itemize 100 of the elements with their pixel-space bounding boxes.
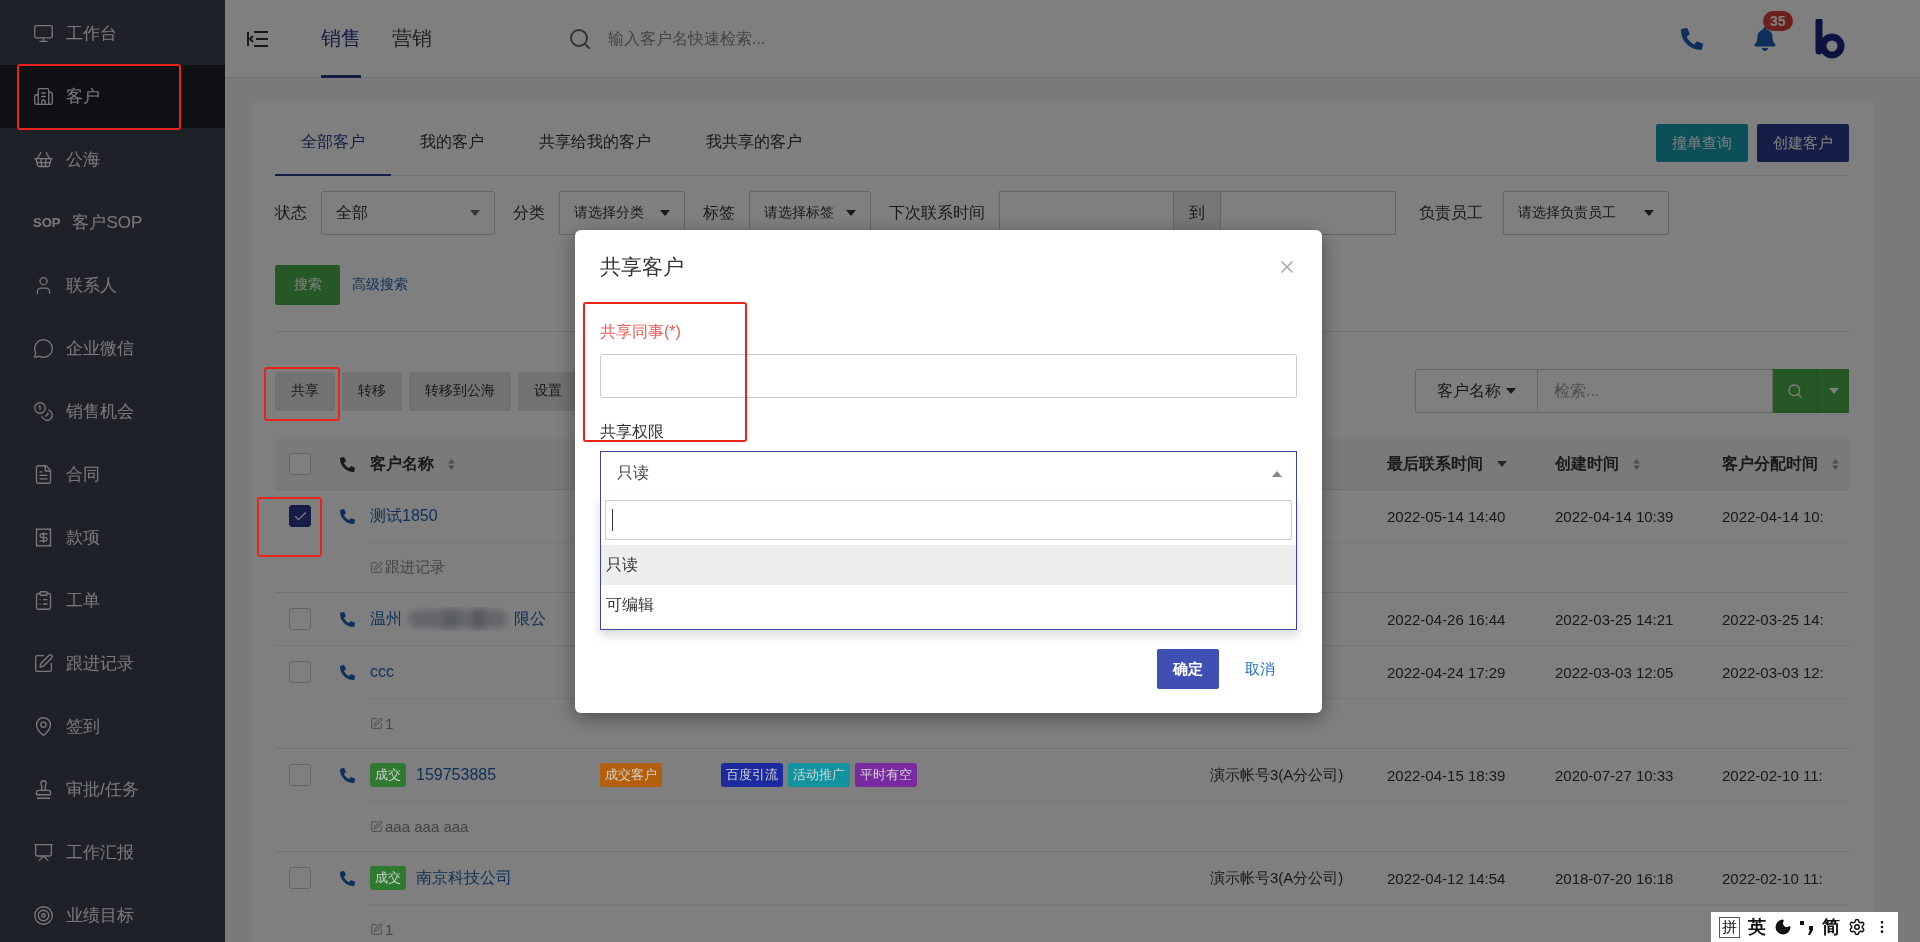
sidebar-item[interactable]: 审批/任务 bbox=[0, 758, 225, 821]
sort-icon[interactable] bbox=[1633, 458, 1640, 470]
search-field[interactable]: 输入客户名快速检索... bbox=[606, 28, 1068, 49]
sidebar-item[interactable]: 合同 bbox=[0, 443, 225, 506]
nav-tab[interactable]: 销售 bbox=[321, 0, 361, 78]
ime-mode-button[interactable]: 拼 bbox=[1719, 916, 1740, 938]
moon-icon[interactable] bbox=[1774, 918, 1792, 936]
colleague-field[interactable] bbox=[600, 354, 1297, 398]
follow-up-note: 1 bbox=[385, 715, 394, 732]
date-text: 2022-03-03 12:05 bbox=[1555, 663, 1674, 681]
search-button[interactable] bbox=[1773, 369, 1817, 413]
sort-icon[interactable] bbox=[448, 458, 455, 470]
action-button[interactable]: 设置 bbox=[518, 371, 578, 411]
sort-desc-icon[interactable] bbox=[1497, 461, 1507, 467]
sort-icon[interactable] bbox=[1832, 458, 1839, 470]
dialog-title: 共享客户 bbox=[600, 254, 684, 280]
document-icon bbox=[33, 464, 54, 485]
ime-mode-button[interactable]: 简 bbox=[1822, 915, 1840, 939]
stamp-icon bbox=[33, 779, 54, 800]
customer-name-link[interactable]: 159753885 bbox=[416, 766, 497, 784]
action-button[interactable]: 共享 bbox=[275, 371, 335, 411]
sidebar-item[interactable]: 业绩目标 bbox=[0, 884, 225, 942]
status-tag: 成交 bbox=[370, 866, 406, 890]
nav-tab[interactable]: 营销 bbox=[392, 0, 432, 78]
customer-name-link[interactable]: 南京科技公司 bbox=[416, 867, 512, 889]
sidebar-item[interactable]: 跟进记录 bbox=[0, 632, 225, 695]
sidebar-item[interactable]: 公海 bbox=[0, 128, 225, 191]
building-icon bbox=[33, 86, 54, 107]
permission-select[interactable]: 只读 bbox=[600, 451, 1297, 495]
create-customer-button[interactable]: 创建客户 bbox=[1757, 124, 1849, 162]
status-select[interactable]: 全部 bbox=[321, 191, 495, 235]
field-label: 共享同事(*) bbox=[600, 321, 682, 342]
target-icon bbox=[33, 905, 54, 926]
category-tag: 成交客户 bbox=[600, 763, 662, 787]
search-button[interactable]: 搜索 bbox=[275, 265, 340, 305]
column-header[interactable]: 客户名称 bbox=[370, 453, 434, 475]
duplicate-check-button[interactable]: 撞单查询 bbox=[1656, 124, 1748, 162]
date-field[interactable] bbox=[1220, 191, 1396, 235]
customer-name-link[interactable]: 限公 bbox=[514, 608, 546, 630]
sidebar-item[interactable]: 工作汇报 bbox=[0, 821, 225, 884]
edit-icon[interactable] bbox=[370, 717, 383, 730]
advanced-search-link[interactable]: 高级搜索 bbox=[352, 276, 408, 294]
dropdown-button[interactable] bbox=[1817, 369, 1849, 413]
tab[interactable]: 我的客户 bbox=[394, 110, 510, 176]
ime-mode-button[interactable]: 英 bbox=[1748, 915, 1766, 939]
punctuation-icon[interactable] bbox=[1800, 918, 1814, 936]
clipboard-icon bbox=[33, 590, 54, 611]
sidebar-item[interactable]: 客户 bbox=[0, 65, 225, 128]
sidebar-item[interactable]: 签到 bbox=[0, 695, 225, 758]
edit-icon[interactable] bbox=[370, 561, 383, 574]
dropdown-search-field[interactable] bbox=[605, 500, 1292, 540]
customer-name-link[interactable]: ccc bbox=[370, 663, 394, 681]
tab[interactable]: 我共享的客户 bbox=[680, 110, 828, 176]
edit-icon[interactable] bbox=[370, 820, 383, 833]
sidebar-item[interactable]: 工作台 bbox=[0, 2, 225, 65]
sidebar-item[interactable]: 工单 bbox=[0, 569, 225, 632]
caret-icon bbox=[660, 210, 670, 216]
sidebar-item[interactable]: 款项 bbox=[0, 506, 225, 569]
bell-icon[interactable] bbox=[1753, 26, 1777, 51]
chat-bubble-icon bbox=[33, 338, 54, 359]
field-label: 共享权限 bbox=[600, 421, 665, 442]
dropdown-option[interactable]: 可编辑 bbox=[601, 585, 1296, 625]
sidebar-item[interactable]: SOP 客户SOP bbox=[0, 191, 225, 254]
phone-icon[interactable] bbox=[340, 611, 355, 627]
cancel-link[interactable]: 取消 bbox=[1223, 649, 1297, 689]
follow-up-note: aaa aaa aaa bbox=[385, 818, 469, 835]
sidebar-item[interactable]: 销售机会 bbox=[0, 380, 225, 443]
column-header[interactable]: 创建时间 bbox=[1555, 453, 1619, 475]
date-text: 2020-07-27 10:33 bbox=[1555, 766, 1674, 784]
dropdown-option[interactable]: 只读 bbox=[601, 545, 1296, 585]
status-tag: 成交 bbox=[370, 763, 406, 787]
phone-icon[interactable] bbox=[1681, 27, 1703, 50]
customer-name-link[interactable]: 测试1850 bbox=[370, 505, 438, 527]
action-button[interactable]: 转移 bbox=[342, 371, 402, 411]
sidebar-item[interactable]: 企业微信 bbox=[0, 317, 225, 380]
checkbox[interactable] bbox=[289, 505, 311, 527]
phone-icon[interactable] bbox=[340, 870, 355, 886]
phone-icon[interactable] bbox=[340, 767, 355, 783]
settings-icon[interactable] bbox=[1848, 918, 1866, 936]
date-text: 2022-04-26 16:44 bbox=[1387, 610, 1506, 628]
field-label: 负责员工 bbox=[1419, 202, 1483, 223]
date-text: 2022-03-25 14:21 bbox=[1555, 610, 1674, 628]
sop-icon: SOP bbox=[33, 214, 61, 231]
column-header[interactable]: 最后联系时间 bbox=[1387, 453, 1483, 475]
owner-text: 演示帐号3(A分公司) bbox=[1210, 868, 1344, 888]
customer-name-link[interactable]: 温州 bbox=[370, 608, 402, 630]
edit-icon[interactable] bbox=[370, 923, 383, 936]
tab[interactable]: 全部客户 bbox=[275, 110, 391, 176]
customer-tag: 平时有空 bbox=[855, 763, 917, 787]
caret-icon bbox=[1272, 470, 1282, 477]
tab[interactable]: 共享给我的客户 bbox=[513, 110, 677, 176]
phone-icon[interactable] bbox=[340, 508, 355, 524]
action-button[interactable]: 转移到公海 bbox=[409, 371, 511, 411]
phone-icon[interactable] bbox=[340, 664, 355, 680]
column-header[interactable]: 客户分配时间 bbox=[1722, 453, 1818, 475]
collapse-menu-icon[interactable] bbox=[247, 29, 269, 48]
owner-select[interactable]: 请选择负责员工 bbox=[1503, 191, 1669, 235]
sidebar-item[interactable]: 联系人 bbox=[0, 254, 225, 317]
date-text: 2022-04-15 18:39 bbox=[1387, 766, 1506, 784]
confirm-button[interactable]: 确定 bbox=[1157, 649, 1219, 689]
